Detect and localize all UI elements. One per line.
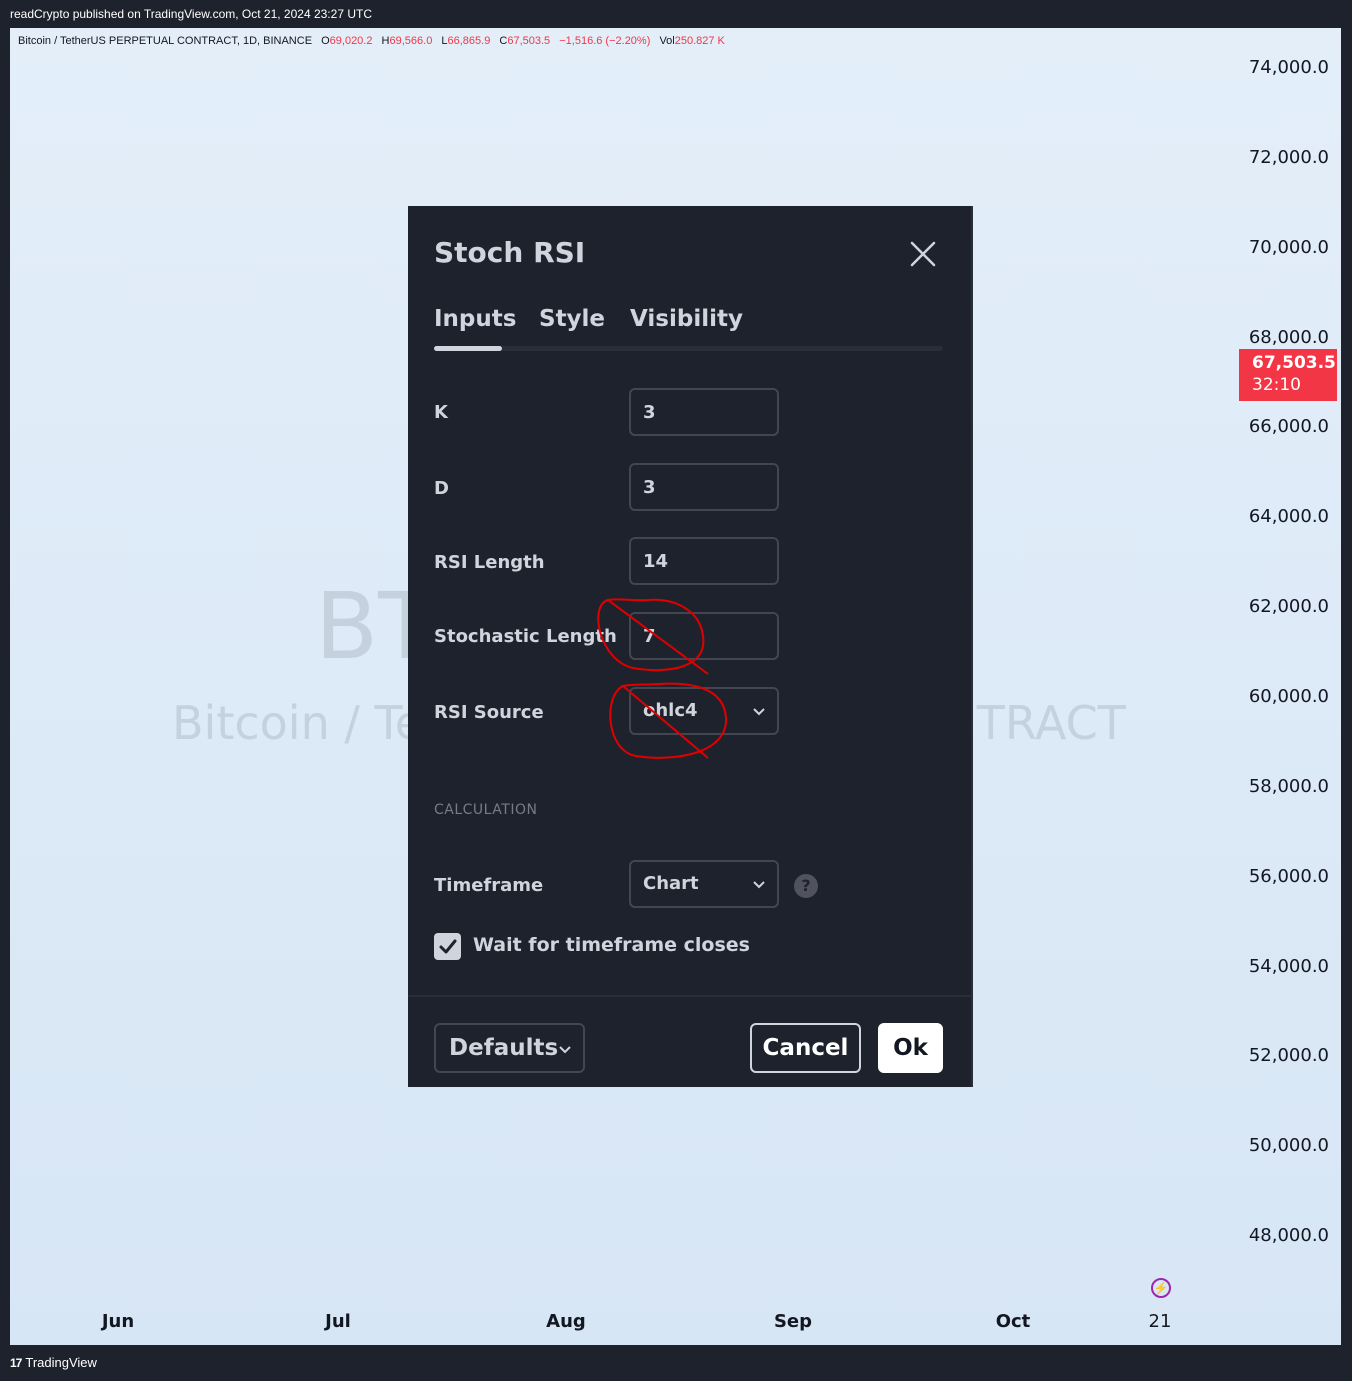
chevron-down-icon (559, 1046, 571, 1054)
time-axis-label: Aug (546, 1311, 586, 1332)
price-axis-label: 60,000.0 (1248, 685, 1329, 707)
question-icon[interactable]: ? (794, 874, 818, 898)
publish-header: readCrypto published on TradingView.com,… (0, 0, 1352, 28)
wait-for-timeframe-checkbox[interactable] (434, 933, 461, 960)
tradingview-logo-icon: 17 (10, 1356, 22, 1370)
rsi-source-value: ohlc4 (643, 700, 698, 721)
price-axis-label: 52,000.0 (1248, 1045, 1329, 1067)
brand-name: TradingView (25, 1355, 97, 1370)
legend-low-value: 66,865.9 (447, 35, 491, 47)
legend-symbol[interactable]: Bitcoin / TetherUS PERPETUAL CONTRACT, 1… (18, 35, 312, 47)
rsi-length-label: RSI Length (434, 552, 545, 573)
d-label: D (434, 478, 449, 499)
price-axis-label: 70,000.0 (1248, 236, 1329, 258)
tab-active-indicator (434, 346, 502, 351)
price-axis-label: 62,000.0 (1248, 596, 1329, 618)
current-price-tag: 67,503.5 32:10 (1239, 349, 1337, 401)
timeframe-value: Chart (643, 873, 699, 894)
price-axis-label: 74,000.0 (1248, 57, 1329, 78)
price-axis-label: 48,000.0 (1248, 1225, 1329, 1247)
publish-text: readCrypto published on TradingView.com,… (10, 7, 372, 21)
rsi-source-select[interactable]: ohlc4 (629, 687, 779, 735)
time-axis-label: Jul (325, 1311, 351, 1332)
rsi-source-label: RSI Source (434, 702, 544, 723)
checkmark-icon (439, 939, 457, 954)
legend-change-value: −1,516.6 (−2.20%) (559, 35, 651, 47)
timeframe-select[interactable]: Chart (629, 860, 779, 908)
price-axis-label: 72,000.0 (1248, 146, 1329, 168)
legend-open-value: 69,020.2 (329, 35, 373, 47)
d-input[interactable] (629, 463, 779, 511)
dialog-title: Stoch RSI (434, 236, 586, 269)
price-axis-label: 64,000.0 (1248, 506, 1329, 528)
current-price: 67,503.5 (1252, 353, 1336, 373)
tab-track (434, 346, 943, 351)
tradingview-brand[interactable]: 17 TradingView (10, 1350, 97, 1376)
stochastic-length-label: Stochastic Length (434, 626, 617, 647)
stochastic-length-input[interactable] (629, 612, 779, 660)
price-axis-label: 54,000.0 (1248, 955, 1329, 977)
defaults-label: Defaults (449, 1035, 559, 1061)
timeframe-label: Timeframe (434, 875, 544, 896)
price-axis-label: 58,000.0 (1248, 775, 1329, 797)
legend-high-value: 69,566.0 (389, 35, 433, 47)
close-icon[interactable] (908, 239, 938, 269)
footer-divider (408, 995, 971, 997)
legend-open-label: O (321, 35, 330, 47)
chevron-down-icon (753, 708, 765, 716)
cancel-button[interactable]: Cancel (750, 1023, 861, 1073)
time-axis-label: Jun (101, 1311, 135, 1332)
ok-button[interactable]: Ok (878, 1023, 943, 1073)
legend-vol-label: Vol (659, 35, 675, 47)
price-axis-label: 66,000.0 (1248, 416, 1329, 438)
chart-legend: Bitcoin / TetherUS PERPETUAL CONTRACT, 1… (18, 35, 725, 47)
tab-inputs[interactable]: Inputs (434, 306, 516, 332)
rsi-length-input[interactable] (629, 537, 779, 585)
time-axis-label: 21 (1148, 1311, 1172, 1332)
tab-style[interactable]: Style (539, 306, 605, 332)
time-axis-label: Sep (773, 1311, 813, 1332)
legend-high-label: H (381, 35, 390, 47)
price-axis-label: 56,000.0 (1248, 865, 1329, 887)
time-axis-label: Oct (995, 1311, 1031, 1332)
calculation-section-label: CALCULATION (434, 802, 538, 818)
stoch-rsi-settings-dialog: Stoch RSI Inputs Style Visibility K D RS… (408, 206, 973, 1087)
tab-visibility[interactable]: Visibility (630, 306, 743, 332)
price-axis-label: 68,000.0 (1248, 326, 1329, 348)
legend-vol-value: 250.827 K (674, 35, 725, 47)
k-label: K (434, 402, 448, 423)
k-input[interactable] (629, 388, 779, 436)
bar-countdown: 32:10 (1252, 375, 1301, 395)
price-axis-label: 50,000.0 (1248, 1135, 1329, 1157)
defaults-button[interactable]: Defaults (434, 1023, 585, 1073)
wait-for-timeframe-label[interactable]: Wait for timeframe closes (473, 934, 750, 956)
legend-close-value: 67,503.5 (507, 35, 551, 47)
lightning-icon[interactable]: ⚡ (1151, 1278, 1171, 1298)
chevron-down-icon (753, 881, 765, 889)
